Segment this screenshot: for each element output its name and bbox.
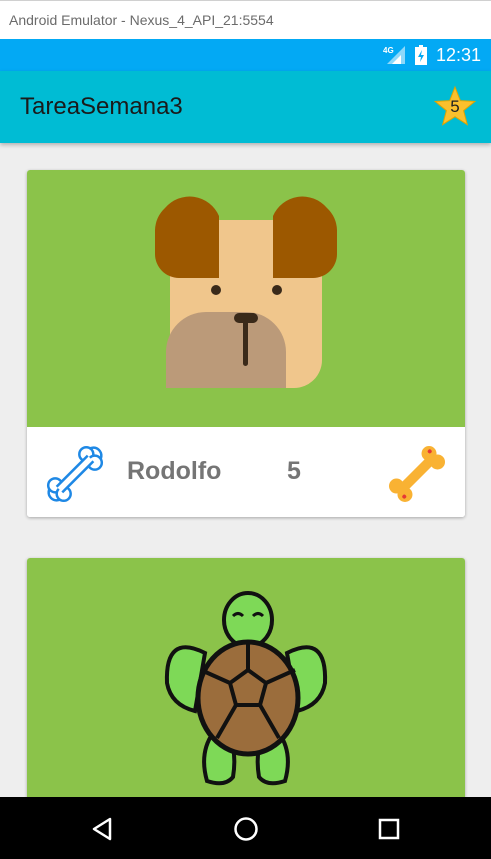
pet-image-dog <box>27 170 465 427</box>
dog-illustration <box>155 196 337 388</box>
turtle-illustration <box>164 591 328 786</box>
app-bar: TareaSemana3 5 <box>0 71 491 143</box>
network-type-label: 4G <box>383 46 394 55</box>
pet-card: Rodolfo 5 <box>27 170 465 517</box>
pet-card-footer: Rodolfo 5 <box>27 427 465 517</box>
favorites-button[interactable]: 5 <box>433 85 477 129</box>
clock: 12:31 <box>435 44 481 65</box>
pet-image-turtle <box>27 558 465 797</box>
pet-rating-count: 5 <box>287 457 301 485</box>
battery-icon <box>414 45 427 65</box>
signal-icon: 4G <box>383 45 407 65</box>
pet-name: Rodolfo <box>127 457 222 485</box>
bone-filled-icon <box>382 439 452 514</box>
emulator-window-title: Android Emulator - Nexus_4_API_21:5554 <box>0 0 491 39</box>
back-triangle-icon[interactable] <box>88 814 118 844</box>
favorites-count: 5 <box>450 97 460 116</box>
home-circle-icon[interactable] <box>231 814 261 844</box>
bone-outline-icon[interactable] <box>41 440 109 513</box>
pet-card <box>27 558 465 797</box>
navigation-bar <box>0 797 491 859</box>
recents-square-icon[interactable] <box>374 814 404 844</box>
app-title: TareaSemana3 <box>20 93 183 120</box>
pet-list[interactable]: Rodolfo 5 <box>0 143 491 797</box>
status-bar: 4G 12:31 <box>0 39 491 71</box>
